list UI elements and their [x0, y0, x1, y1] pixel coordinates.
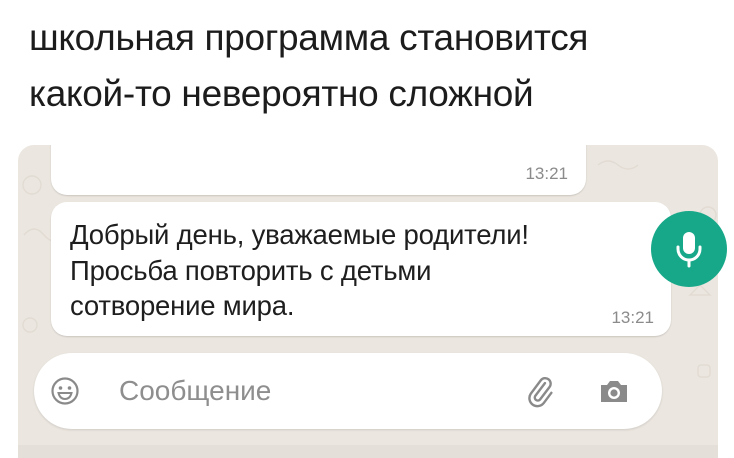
message-timestamp: 13:21 — [611, 308, 654, 327]
meme-caption: школьная программа становится какой-то н… — [29, 10, 588, 122]
emoji-icon — [51, 377, 79, 405]
paperclip-icon — [528, 377, 553, 408]
message-line: сотворение мира. — [70, 290, 295, 321]
message-input-bar[interactable]: Сообщение — [34, 353, 662, 429]
message-text: Добрый день, уважаемые родители! Просьба… — [70, 217, 529, 324]
caption-line-1: школьная программа становится — [29, 17, 589, 58]
bottom-strip — [18, 445, 718, 458]
camera-button[interactable] — [594, 371, 634, 411]
attach-button[interactable] — [519, 371, 559, 411]
message-input-placeholder[interactable]: Сообщение — [119, 374, 271, 408]
message-bubble[interactable]: Добрый день, уважаемые родители! Просьба… — [51, 202, 671, 336]
previous-message-bubble[interactable]: 13:21 — [51, 145, 586, 195]
emoji-button[interactable] — [49, 375, 81, 407]
message-line: Добрый день, уважаемые родители! — [70, 219, 529, 250]
caption-line-2: какой-то невероятно сложной — [29, 73, 534, 114]
microphone-icon — [676, 232, 702, 268]
message-timestamp: 13:21 — [525, 164, 568, 183]
camera-icon — [601, 381, 627, 402]
microphone-button[interactable] — [651, 211, 727, 287]
chat-screenshot: 13:21 Добрый день, уважаемые родители! П… — [18, 145, 718, 458]
message-line: Просьба повторить с детьми — [70, 254, 432, 286]
